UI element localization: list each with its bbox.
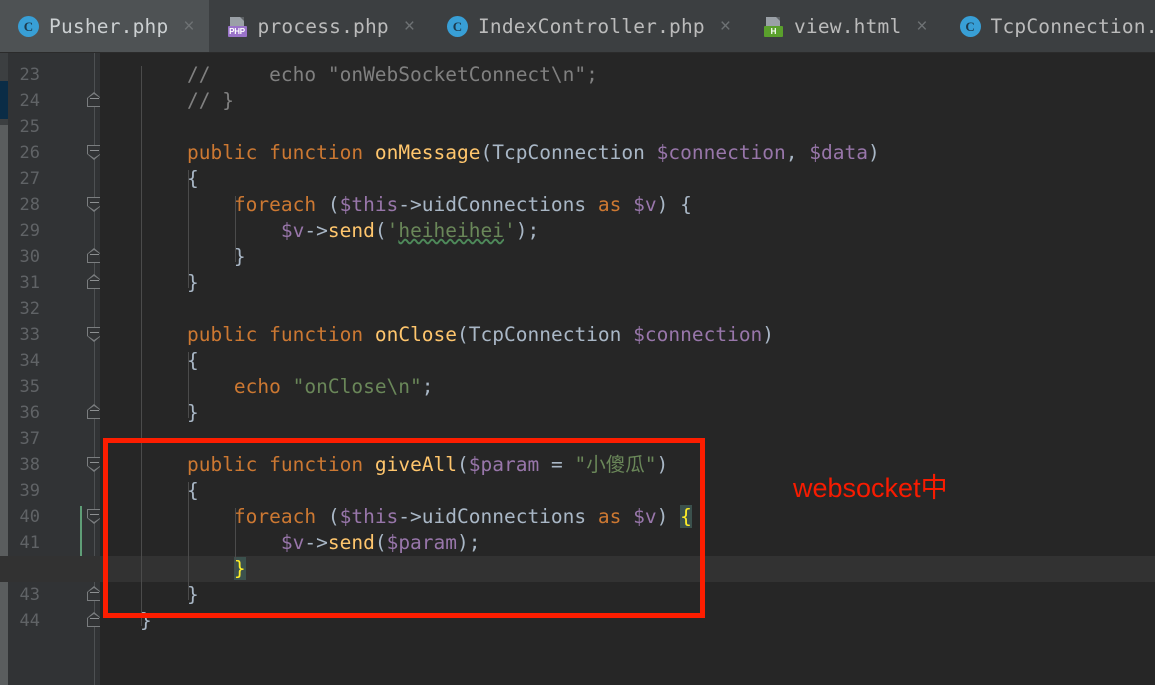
code-line: echo "onClose\n"; — [233, 375, 434, 398]
line-number: 44 — [19, 611, 40, 631]
editor-gutter[interactable]: 2324252627282930313233343536373839404142… — [8, 53, 102, 685]
php-class-icon — [446, 15, 469, 38]
code-content[interactable]: // echo "onWebSocketConnect\n"; // } pub… — [0, 53, 1155, 685]
indent-guide — [234, 196, 236, 262]
code-line: // } — [186, 89, 234, 112]
line-number: 40 — [19, 507, 40, 527]
line-number: 37 — [19, 429, 40, 449]
tab-view-html[interactable]: Hview.html × — [745, 0, 942, 52]
code-line: } — [140, 583, 199, 606]
php-file-icon: PHP — [227, 16, 249, 38]
indent-guide — [187, 170, 189, 288]
line-number: 41 — [19, 533, 40, 553]
tab-pusher-php[interactable]: Pusher.php × — [0, 0, 209, 52]
tab-tcpconnection-php[interactable]: TcpConnection.php× — [942, 0, 1155, 52]
line-number: 43 — [19, 585, 40, 605]
html-file-icon: H — [763, 16, 785, 38]
tab-close-icon[interactable]: × — [404, 17, 415, 36]
code-line: public function onClose(TcpConnection $c… — [186, 323, 775, 346]
indent-guide — [141, 66, 142, 626]
line-number: 34 — [19, 351, 40, 371]
line-number: 23 — [19, 65, 40, 85]
tab-label: view.html — [793, 15, 902, 38]
tab-indexcontroller-php[interactable]: IndexController.php × — [429, 0, 745, 52]
indent-guide — [234, 508, 236, 574]
code-line: } — [140, 401, 199, 424]
red-note-annotation: websocket中 — [793, 473, 948, 503]
code-line: $v->send($param); — [280, 531, 481, 554]
code-line: { — [140, 479, 199, 502]
tab-close-icon[interactable]: × — [720, 17, 731, 36]
code-line: public function onMessage(TcpConnection … — [186, 141, 880, 164]
line-number: 36 — [19, 403, 40, 423]
tab-process-php[interactable]: PHP process.php × — [209, 0, 429, 52]
editor-tab-bar: Pusher.php×PHPprocess.php×IndexControlle… — [0, 0, 1155, 53]
line-number: 31 — [19, 273, 40, 293]
line-number: 39 — [19, 481, 40, 501]
tab-close-icon[interactable]: × — [183, 17, 194, 36]
line-number: 32 — [19, 299, 40, 319]
tab-close-icon[interactable]: × — [916, 17, 927, 36]
code-line: } — [233, 557, 246, 580]
tab-label: TcpConnection.php — [990, 15, 1155, 38]
php-class-icon — [959, 15, 982, 38]
php-class-icon — [18, 15, 40, 38]
code-line: public function giveAll($param = "小傻瓜") — [186, 453, 669, 476]
code-line: } — [140, 245, 246, 268]
line-number: 38 — [19, 455, 40, 475]
line-number: 29 — [19, 221, 40, 241]
line-number: 35 — [19, 377, 40, 397]
code-line: foreach ($this->uidConnections as $v) { — [233, 193, 692, 216]
code-line: // echo "onWebSocketConnect\n"; — [186, 63, 598, 86]
indent-guide — [187, 352, 189, 418]
indent-guide — [187, 482, 189, 600]
code-editor[interactable]: 2324252627282930313233343536373839404142… — [0, 53, 1155, 685]
tab-label: IndexController.php — [477, 15, 705, 38]
tab-label: process.php — [257, 15, 389, 38]
line-number: 28 — [19, 195, 40, 215]
line-number: 27 — [19, 169, 40, 189]
line-number: 25 — [19, 117, 40, 137]
line-number: 26 — [19, 143, 40, 163]
code-line: $v->send('heiheihei'); — [280, 219, 540, 242]
code-line: } — [140, 271, 199, 294]
code-line: { — [140, 167, 199, 190]
code-line: { — [140, 349, 199, 372]
code-line: foreach ($this->uidConnections as $v) { — [233, 505, 692, 528]
line-number: 24 — [19, 91, 40, 111]
line-number: 33 — [19, 325, 40, 345]
line-number: 30 — [19, 247, 40, 267]
tab-label: Pusher.php — [49, 15, 169, 38]
